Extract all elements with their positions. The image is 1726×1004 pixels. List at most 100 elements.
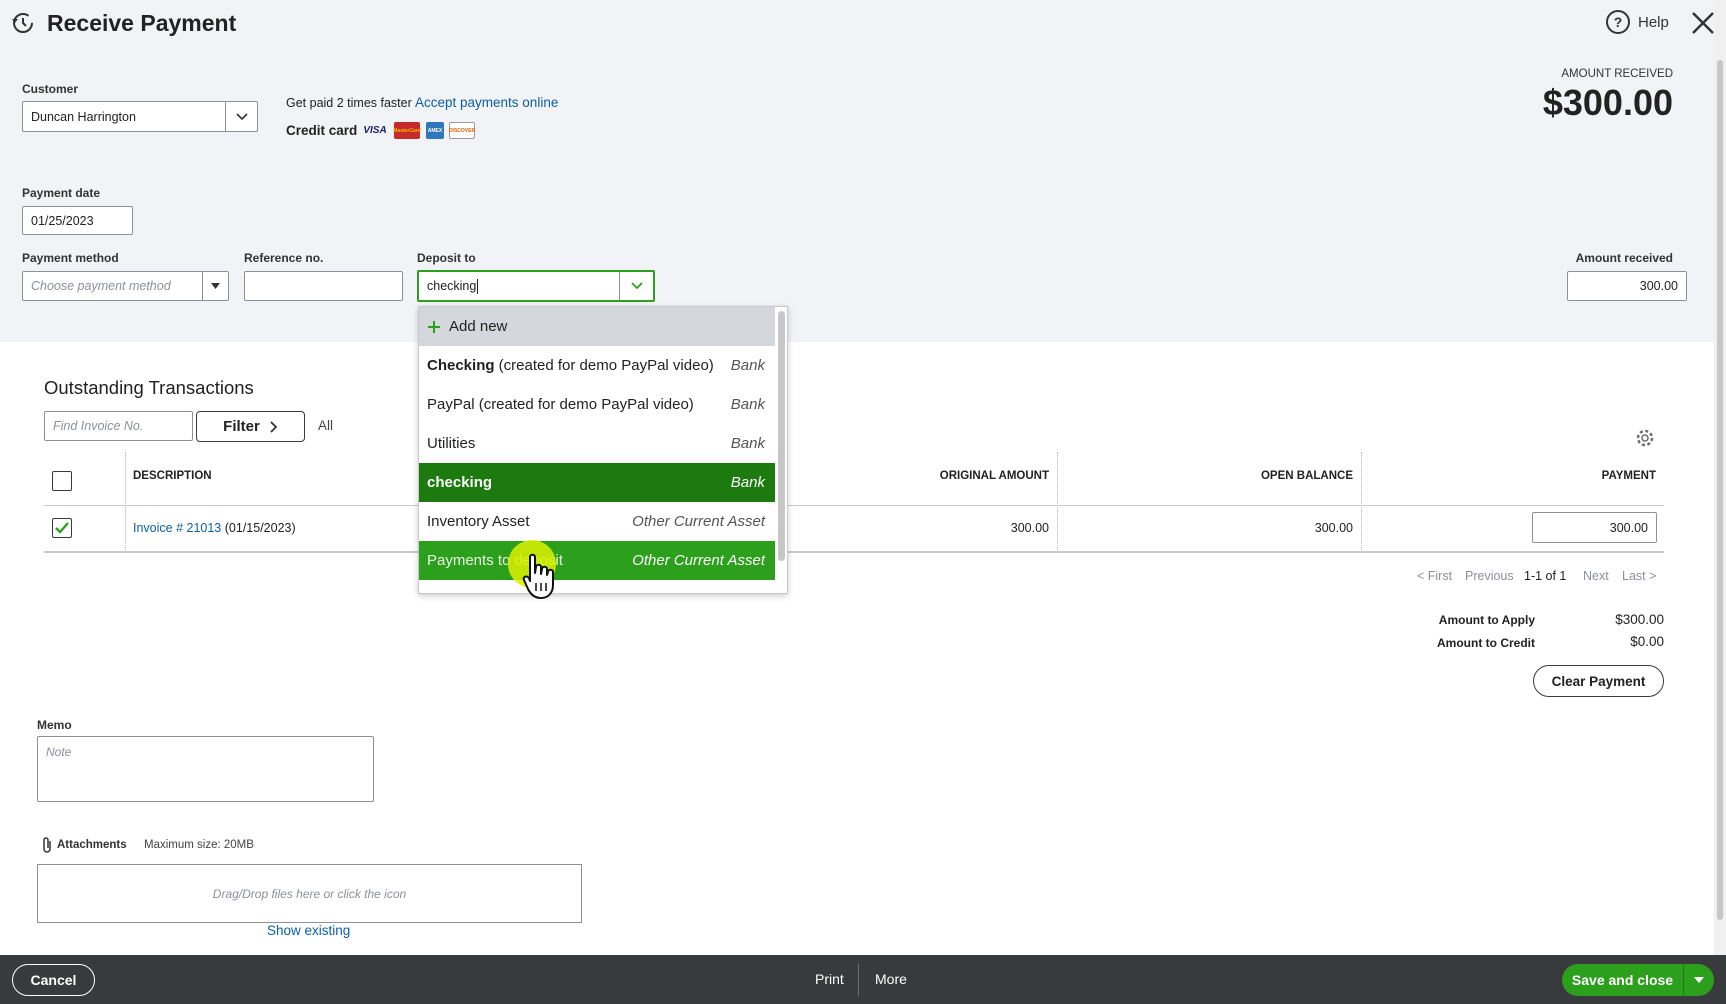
amount-to-apply-value: $300.00 xyxy=(1615,612,1664,627)
option-type: Bank xyxy=(730,357,765,374)
dropdown-option[interactable]: Utilities Bank xyxy=(419,424,775,463)
option-type: Other Current Asset xyxy=(632,513,765,530)
deposit-to-input[interactable]: checking xyxy=(417,270,655,302)
deposit-to-dropdown-list: Add new Checking (created for demo PayPa… xyxy=(418,306,788,594)
plus-icon xyxy=(428,320,440,333)
reference-input[interactable] xyxy=(244,271,403,301)
pager-first[interactable]: < First xyxy=(1417,569,1452,583)
row-payment-input[interactable]: 300.00 xyxy=(1532,512,1657,543)
amount-to-apply-label: Amount to Apply xyxy=(1438,613,1535,627)
show-existing-link[interactable]: Show existing xyxy=(267,923,350,938)
accept-payments-link[interactable]: Accept payments online xyxy=(415,95,558,110)
option-name: Utilities xyxy=(427,435,476,452)
payment-date-input[interactable]: 01/25/2023 xyxy=(22,206,133,235)
option-name: checking xyxy=(427,474,493,491)
all-filter-label: All xyxy=(318,418,334,433)
dropdown-option-selected[interactable]: checking Bank xyxy=(419,463,775,502)
row-divider xyxy=(44,551,1664,553)
gear-icon[interactable] xyxy=(1634,427,1656,449)
question-icon: ? xyxy=(1606,10,1630,34)
row-original-amount: 300.00 xyxy=(1010,521,1049,535)
caret-down-icon xyxy=(211,283,220,289)
option-name-bold: Checking xyxy=(427,357,495,374)
get-paid-text: Get paid 2 times faster xyxy=(286,96,412,110)
column-divider xyxy=(1057,452,1058,552)
amount-received-input[interactable]: 300.00 xyxy=(1567,271,1687,301)
customer-select[interactable]: Duncan Harrington xyxy=(22,101,258,132)
footer-bar: Cancel Print More Save and close xyxy=(0,955,1726,1004)
dropdown-option[interactable]: PayPal (created for demo PayPal video) B… xyxy=(419,385,775,424)
chevron-down-icon xyxy=(235,112,248,120)
payment-date-label: Payment date xyxy=(22,186,101,200)
customer-value: Duncan Harrington xyxy=(31,109,136,124)
dropdown-option-partial[interactable] xyxy=(419,580,775,593)
page-scrollbar[interactable] xyxy=(1714,0,1726,955)
option-type: Bank xyxy=(730,435,765,452)
filter-button[interactable]: Filter xyxy=(196,411,305,442)
find-invoice-input[interactable]: Find Invoice No. xyxy=(44,411,193,441)
memo-textarea[interactable]: Note xyxy=(37,736,374,802)
print-button[interactable]: Print xyxy=(815,971,844,987)
invoice-link[interactable]: Invoice # 21013 xyxy=(133,521,221,535)
dropdown-option-hovered[interactable]: Payments to deposit Other Current Asset xyxy=(419,541,775,580)
add-new-option[interactable]: Add new xyxy=(419,307,775,346)
pager-last[interactable]: Last > xyxy=(1622,569,1656,583)
column-description: DESCRIPTION xyxy=(133,470,212,482)
save-and-close-button[interactable]: Save and close xyxy=(1562,964,1714,996)
pager-next[interactable]: Next xyxy=(1583,569,1609,583)
scrollbar-thumb[interactable] xyxy=(1717,60,1723,920)
deposit-to-dropdown-button[interactable] xyxy=(619,272,653,300)
row-open-balance: 300.00 xyxy=(1314,521,1353,535)
customer-dropdown-button[interactable] xyxy=(225,102,257,131)
payment-method-placeholder: Choose payment method xyxy=(31,279,171,293)
chevron-down-icon xyxy=(630,282,643,290)
find-invoice-placeholder: Find Invoice No. xyxy=(53,419,144,433)
credit-card-label: Credit card xyxy=(286,123,358,138)
amount-received-heading: AMOUNT RECEIVED xyxy=(1561,68,1673,80)
pager-range: 1-1 of 1 xyxy=(1524,569,1567,583)
option-type: Other Current Asset xyxy=(632,552,765,569)
save-options-button[interactable] xyxy=(1684,977,1714,983)
amount-to-credit-value: $0.00 xyxy=(1630,634,1664,649)
dropdown-scrollbar[interactable] xyxy=(778,311,785,561)
column-payment: PAYMENT xyxy=(1601,470,1656,482)
cancel-button[interactable]: Cancel xyxy=(12,964,95,996)
customer-label: Customer xyxy=(22,82,79,96)
option-type: Bank xyxy=(730,396,765,413)
help-label: Help xyxy=(1638,13,1669,31)
column-original-amount: ORIGINAL AMOUNT xyxy=(939,470,1049,482)
help-button[interactable]: ? Help xyxy=(1606,10,1669,34)
option-name: Inventory Asset xyxy=(427,513,530,530)
pager-previous[interactable]: Previous xyxy=(1465,569,1514,583)
header-divider xyxy=(44,505,1664,506)
payment-method-dropdown-button[interactable] xyxy=(202,272,228,300)
option-name-rest: (created for demo PayPal video) xyxy=(494,357,714,374)
amex-icon: AMEX xyxy=(426,122,444,139)
close-icon[interactable] xyxy=(1690,10,1716,36)
chevron-right-icon xyxy=(270,420,278,433)
attachments-dropzone[interactable]: Drag/Drop files here or click the icon xyxy=(37,864,582,923)
dropdown-option[interactable]: Inventory Asset Other Current Asset xyxy=(419,502,775,541)
clear-payment-button[interactable]: Clear Payment xyxy=(1533,665,1664,697)
option-type: Bank xyxy=(730,474,765,491)
history-icon[interactable] xyxy=(10,10,36,36)
save-and-close-label: Save and close xyxy=(1571,972,1674,988)
deposit-to-value: checking xyxy=(427,279,477,293)
row-checkbox[interactable] xyxy=(52,518,72,538)
memo-label: Memo xyxy=(37,718,72,732)
add-new-label: Add new xyxy=(449,318,508,335)
memo-placeholder: Note xyxy=(46,745,72,759)
select-all-checkbox[interactable] xyxy=(52,471,72,491)
table-header: DESCRIPTION ORIGINAL AMOUNT OPEN BALANCE… xyxy=(44,452,1664,505)
attachments-header[interactable]: Attachments xyxy=(41,836,127,854)
dropdown-option[interactable]: Checking (created for demo PayPal video)… xyxy=(419,346,775,385)
payment-method-select[interactable]: Choose payment method xyxy=(22,271,229,301)
more-button[interactable]: More xyxy=(875,971,907,987)
filter-label: Filter xyxy=(223,418,260,435)
footer-divider xyxy=(858,963,859,996)
form-header-area: Receive Payment ? Help AMOUNT RECEIVED $… xyxy=(0,0,1714,342)
amount-to-credit-label: Amount to Credit xyxy=(1437,636,1535,650)
row-description: Invoice # 21013 (01/15/2023) xyxy=(133,521,296,535)
column-open-balance: OPEN BALANCE xyxy=(1260,470,1353,482)
invoice-date: (01/15/2023) xyxy=(224,521,296,535)
